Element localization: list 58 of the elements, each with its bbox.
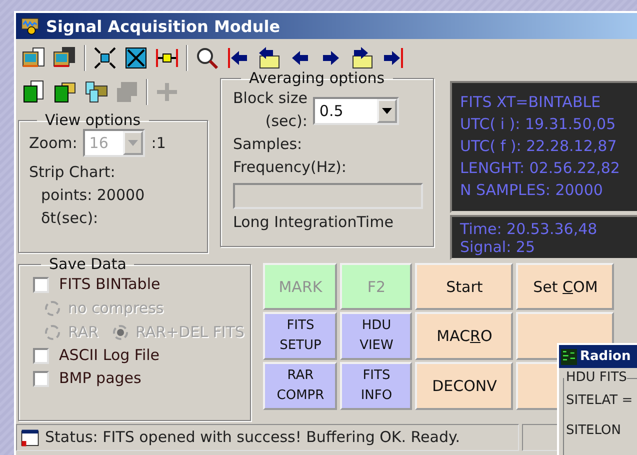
folder-right-arrow-icon[interactable] xyxy=(350,46,374,70)
app-icon xyxy=(561,348,577,366)
action-button[interactable]: DECONV xyxy=(415,362,514,410)
checkbox[interactable] xyxy=(33,276,49,292)
zoom-label: Zoom: xyxy=(29,132,78,154)
search-icon[interactable] xyxy=(195,46,219,70)
action-button[interactable]: FITS SETUP xyxy=(263,312,338,360)
window-title: Radion xyxy=(580,349,631,364)
action-button[interactable]: HDU VIEW xyxy=(340,312,412,360)
header-line: SITELAT = xyxy=(565,392,634,410)
long-integration-label: Long IntegrationTime xyxy=(233,213,394,231)
seconds-label: (sec): xyxy=(265,111,308,132)
strip-chart-label: Strip Chart: xyxy=(29,162,116,183)
group-title: Averaging options xyxy=(248,69,386,87)
info-line: UTC( f ): 22.28.12,87 xyxy=(460,136,618,157)
samples-label: Samples: xyxy=(233,134,302,155)
shrink-icon[interactable] xyxy=(124,46,148,70)
window-icon xyxy=(21,428,39,446)
caret-icon xyxy=(382,108,392,114)
app-icon xyxy=(20,17,40,35)
points-label: points: 20000 xyxy=(41,185,145,206)
block-size-label: Block size xyxy=(233,88,308,109)
checkbox[interactable] xyxy=(33,348,49,364)
info-line: LENGHT: 02.56.22,82 xyxy=(460,158,621,179)
status-text: Status: FITS opened with success! Buffering OK. Ready. xyxy=(45,427,460,448)
checkbox[interactable] xyxy=(33,370,49,386)
group-title: Save Data xyxy=(48,255,128,273)
zoom-ratio: :1 xyxy=(151,132,166,154)
block-size-dropdown[interactable]: 0.5 xyxy=(313,97,400,125)
info-line: FITS XT=BINTABLE xyxy=(460,92,602,113)
folder-grid-icon[interactable] xyxy=(53,80,77,104)
action-button[interactable]: RAR COMPR xyxy=(263,362,338,410)
last-arrow-icon[interactable] xyxy=(381,46,405,70)
delta-time-label: δt(sec): xyxy=(41,208,98,229)
info-line: UTC( i ): 19.31.50,05 xyxy=(460,114,617,135)
document-grid-icon[interactable] xyxy=(22,80,46,104)
checkbox-label: BMP pages xyxy=(59,368,142,389)
readout-line: Signal: 25 xyxy=(460,238,536,256)
header-line: SITELON xyxy=(565,422,622,440)
checkbox-label: ASCII Log File xyxy=(59,345,160,366)
checkbox-label: FITS BINTable xyxy=(59,274,160,295)
action-button[interactable]: MACRO xyxy=(415,312,514,360)
info-line: N SAMPLES: 20000 xyxy=(460,180,604,201)
group-title: View options xyxy=(44,111,142,129)
folder-left-arrow-icon[interactable] xyxy=(257,46,281,70)
action-button[interactable]: Start xyxy=(415,263,514,310)
first-arrow-icon[interactable] xyxy=(226,46,250,70)
monitor-disk-icon[interactable] xyxy=(53,46,77,70)
window-title: Signal Acquisition Module xyxy=(46,16,280,36)
monitor-document-icon[interactable] xyxy=(22,46,46,70)
readout-line: Time: 20.53.36,48 xyxy=(460,220,598,238)
range-icon[interactable] xyxy=(155,46,179,70)
action-button[interactable]: Set COM xyxy=(516,263,614,310)
folder-files-icon[interactable] xyxy=(84,80,108,104)
fit-screen-icon[interactable] xyxy=(93,46,117,70)
action-button[interactable]: FITS INFO xyxy=(340,362,412,410)
caret-icon xyxy=(128,140,138,146)
frequency-label: Frequency(Hz): xyxy=(233,157,346,178)
